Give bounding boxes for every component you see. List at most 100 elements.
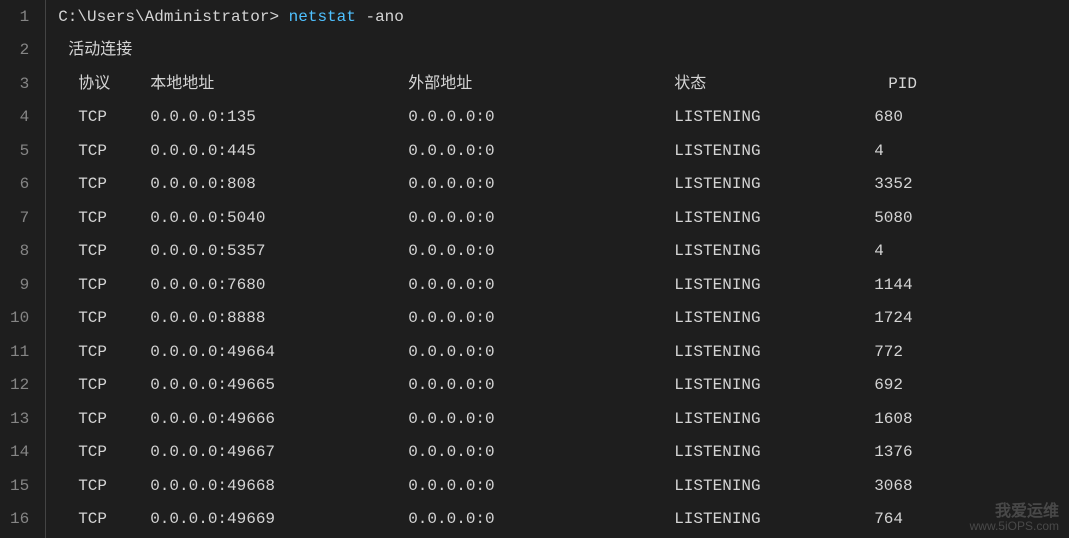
cell-pid: 764	[874, 511, 903, 527]
cell-state: LISTENING	[674, 143, 874, 159]
cell-proto: TCP	[78, 243, 150, 259]
table-row: TCP0.0.0.0:88880.0.0.0:0LISTENING1724	[58, 302, 1069, 336]
table-row: TCP0.0.0.0:1350.0.0.0:0LISTENING680	[58, 101, 1069, 135]
cell-state: LISTENING	[674, 277, 874, 293]
header-state: 状态	[674, 76, 874, 92]
table-row: TCP0.0.0.0:8080.0.0.0:0LISTENING3352	[58, 168, 1069, 202]
cell-foreign: 0.0.0.0:0	[408, 444, 674, 460]
cell-pid: 3352	[874, 176, 912, 192]
cell-pid: 772	[874, 344, 903, 360]
cell-local: 0.0.0.0:5040	[150, 210, 408, 226]
cell-pid: 3068	[874, 478, 912, 494]
cell-proto: TCP	[78, 411, 150, 427]
cell-state: LISTENING	[674, 210, 874, 226]
header-foreign: 外部地址	[408, 76, 674, 92]
cell-foreign: 0.0.0.0:0	[408, 109, 674, 125]
cell-state: LISTENING	[674, 478, 874, 494]
line-number: 11	[10, 335, 29, 369]
cell-foreign: 0.0.0.0:0	[408, 210, 674, 226]
cell-pid: 1608	[874, 411, 912, 427]
command-args: -ano	[356, 9, 404, 25]
line-number-gutter: 12345678910111213141516	[0, 0, 45, 538]
cell-state: LISTENING	[674, 176, 874, 192]
cell-state: LISTENING	[674, 243, 874, 259]
cell-proto: TCP	[78, 109, 150, 125]
table-row: TCP0.0.0.0:76800.0.0.0:0LISTENING1144	[58, 268, 1069, 302]
section-title-line: 活动连接	[58, 34, 1069, 68]
cell-pid: 680	[874, 109, 903, 125]
cell-local: 0.0.0.0:135	[150, 109, 408, 125]
cell-proto: TCP	[78, 344, 150, 360]
line-number: 8	[10, 235, 29, 269]
cell-state: LISTENING	[674, 411, 874, 427]
table-row: TCP0.0.0.0:496650.0.0.0:0LISTENING692	[58, 369, 1069, 403]
cell-foreign: 0.0.0.0:0	[408, 511, 674, 527]
header-pid: PID	[874, 76, 917, 92]
cell-proto: TCP	[78, 377, 150, 393]
line-number: 9	[10, 268, 29, 302]
cell-state: LISTENING	[674, 444, 874, 460]
cell-local: 0.0.0.0:8888	[150, 310, 408, 326]
line-number: 3	[10, 67, 29, 101]
cell-local: 0.0.0.0:49667	[150, 444, 408, 460]
table-row: TCP0.0.0.0:496660.0.0.0:0LISTENING1608	[58, 402, 1069, 436]
line-number: 15	[10, 469, 29, 503]
cell-foreign: 0.0.0.0:0	[408, 143, 674, 159]
cell-foreign: 0.0.0.0:0	[408, 310, 674, 326]
cell-state: LISTENING	[674, 310, 874, 326]
table-row: TCP0.0.0.0:50400.0.0.0:0LISTENING5080	[58, 201, 1069, 235]
header-local: 本地地址	[150, 76, 408, 92]
cell-pid: 1376	[874, 444, 912, 460]
cell-foreign: 0.0.0.0:0	[408, 411, 674, 427]
cell-proto: TCP	[78, 310, 150, 326]
line-number: 14	[10, 436, 29, 470]
cell-foreign: 0.0.0.0:0	[408, 478, 674, 494]
line-number: 13	[10, 402, 29, 436]
cell-local: 0.0.0.0:5357	[150, 243, 408, 259]
cell-foreign: 0.0.0.0:0	[408, 344, 674, 360]
line-number: 7	[10, 201, 29, 235]
line-number: 1	[10, 0, 29, 34]
cell-local: 0.0.0.0:808	[150, 176, 408, 192]
table-row: TCP0.0.0.0:496640.0.0.0:0LISTENING772	[58, 335, 1069, 369]
line-number: 10	[10, 302, 29, 336]
cell-state: LISTENING	[674, 377, 874, 393]
command-line: C:\Users\Administrator> netstat -ano	[58, 0, 1069, 34]
cell-local: 0.0.0.0:49665	[150, 377, 408, 393]
cell-pid: 5080	[874, 210, 912, 226]
line-number: 6	[10, 168, 29, 202]
cell-pid: 4	[874, 243, 884, 259]
cell-local: 0.0.0.0:49664	[150, 344, 408, 360]
terminal-output[interactable]: C:\Users\Administrator> netstat -ano 活动连接…	[45, 0, 1069, 538]
table-row: TCP0.0.0.0:53570.0.0.0:0LISTENING4	[58, 235, 1069, 269]
header-proto: 协议	[78, 76, 150, 92]
cell-proto: TCP	[78, 143, 150, 159]
cell-state: LISTENING	[674, 109, 874, 125]
cell-pid: 4	[874, 143, 884, 159]
cell-pid: 1144	[874, 277, 912, 293]
cell-foreign: 0.0.0.0:0	[408, 377, 674, 393]
table-row: TCP0.0.0.0:496670.0.0.0:0LISTENING1376	[58, 436, 1069, 470]
cell-local: 0.0.0.0:49668	[150, 478, 408, 494]
section-title: 活动连接	[58, 42, 132, 58]
cell-local: 0.0.0.0:445	[150, 143, 408, 159]
cell-proto: TCP	[78, 478, 150, 494]
cell-foreign: 0.0.0.0:0	[408, 176, 674, 192]
table-row: TCP0.0.0.0:496690.0.0.0:0LISTENING764	[58, 503, 1069, 537]
cell-foreign: 0.0.0.0:0	[408, 243, 674, 259]
cell-foreign: 0.0.0.0:0	[408, 277, 674, 293]
line-number: 5	[10, 134, 29, 168]
line-number: 16	[10, 503, 29, 537]
line-number: 4	[10, 101, 29, 135]
cell-pid: 1724	[874, 310, 912, 326]
cell-pid: 692	[874, 377, 903, 393]
table-row: TCP0.0.0.0:4450.0.0.0:0LISTENING4	[58, 134, 1069, 168]
column-header-line: 协议本地地址外部地址状态PID	[58, 67, 1069, 101]
cell-proto: TCP	[78, 511, 150, 527]
cell-state: LISTENING	[674, 511, 874, 527]
cell-local: 0.0.0.0:49666	[150, 411, 408, 427]
cell-local: 0.0.0.0:7680	[150, 277, 408, 293]
cell-proto: TCP	[78, 444, 150, 460]
prompt-path: C:\Users\Administrator>	[58, 9, 288, 25]
cell-proto: TCP	[78, 210, 150, 226]
